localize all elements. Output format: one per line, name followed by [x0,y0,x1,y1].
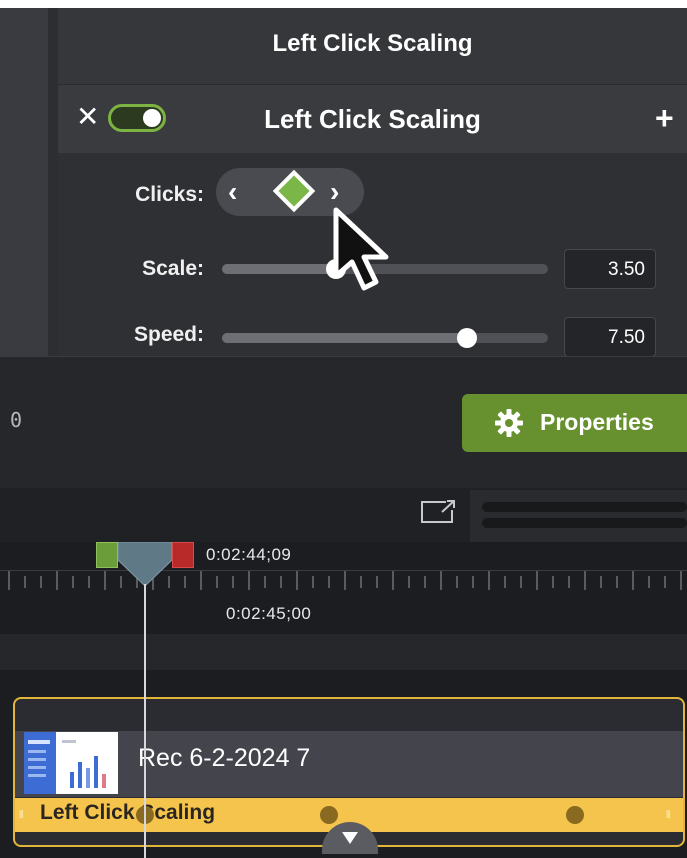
left-column-edge [48,8,58,356]
click-keyframe[interactable] [320,806,338,824]
ruler-tick [360,576,362,588]
effect-strip-right-grip[interactable]: ⦀ [666,810,670,821]
clip-name: Rec 6-2-2024 7 [138,744,311,772]
effect-name: Left Click Scaling [264,104,481,134]
playhead-line [144,584,146,858]
ruler-tick [56,570,58,590]
track-controls [470,490,687,542]
ruler-tick [104,570,106,590]
ruler-tick [8,570,10,590]
ruler-tick [424,576,426,588]
ruler-tick [664,576,666,588]
ruler-tick [200,570,202,590]
ruler-tick [520,576,522,588]
ruler-tick [40,576,42,588]
click-keyframe[interactable] [566,806,584,824]
scale-slider-fill [222,264,337,274]
ruler-tick [392,570,394,590]
properties-button-label: Properties [540,409,654,435]
effect-strip-left-grip[interactable]: ⦀ [19,810,23,821]
playhead-handle[interactable] [118,542,172,586]
ruler-tick [456,576,458,588]
ruler-time-label: 0:02:45;00 [226,604,312,623]
ruler-tick [472,576,474,588]
ruler-tick [600,576,602,588]
ruler-tick [488,570,490,590]
ruler-tick [376,576,378,588]
mouse-pointer-icon [333,207,389,291]
ruler-tick [440,570,442,590]
ruler-tick [584,570,586,590]
ruler-tick [504,576,506,588]
ruler-tick [648,576,650,588]
scale-value-field[interactable]: 3.50 [564,249,656,289]
previous-click-button[interactable]: ‹ [228,176,237,208]
ruler-tick [536,570,538,590]
selection-start-handle[interactable] [96,542,118,568]
speed-label: Speed: [133,323,204,346]
ruler-tick [248,570,250,590]
ruler-tick [72,576,74,588]
export-icon[interactable] [418,498,458,526]
gear-icon [495,409,523,437]
selection-time: 0:02:44;09 [206,545,292,564]
ruler-tick [280,576,282,588]
partial-value-text: 0 [10,408,23,432]
track-bar [482,518,687,528]
ruler-tick [312,576,314,588]
ruler-tick [216,576,218,588]
effect-strip-label: Left Click Scaling [40,801,216,824]
scale-label: Scale: [142,257,204,280]
track-lane [0,634,687,670]
ruler-tick [632,570,634,590]
ruler-tick [184,576,186,588]
speed-slider-fill [222,333,467,343]
clicks-label: Clicks: [135,183,204,206]
clip-thumbnail [24,732,118,794]
ruler-tick [232,576,234,588]
ruler-tick [88,576,90,588]
ruler-tick [344,570,346,590]
speed-slider-handle[interactable] [456,328,477,348]
selection-end-handle[interactable] [172,542,194,568]
speed-slider-track[interactable] [222,333,548,343]
track-bar [482,502,687,512]
ruler-tick [328,576,330,588]
add-effect-button[interactable]: + [655,100,674,137]
ruler-tick [552,576,554,588]
ruler-tick [408,576,410,588]
ruler-tick [680,570,682,590]
speed-value-field[interactable]: 7.50 [564,317,656,357]
ruler-baseline [0,570,687,571]
panel-title: Left Click Scaling [272,30,473,57]
ruler-tick [264,576,266,588]
ruler-tick [568,576,570,588]
chevron-down-icon [342,832,358,844]
ruler-tick [296,570,298,590]
ruler-tick [24,576,26,588]
ruler-tick [616,576,618,588]
top-border [0,0,687,8]
